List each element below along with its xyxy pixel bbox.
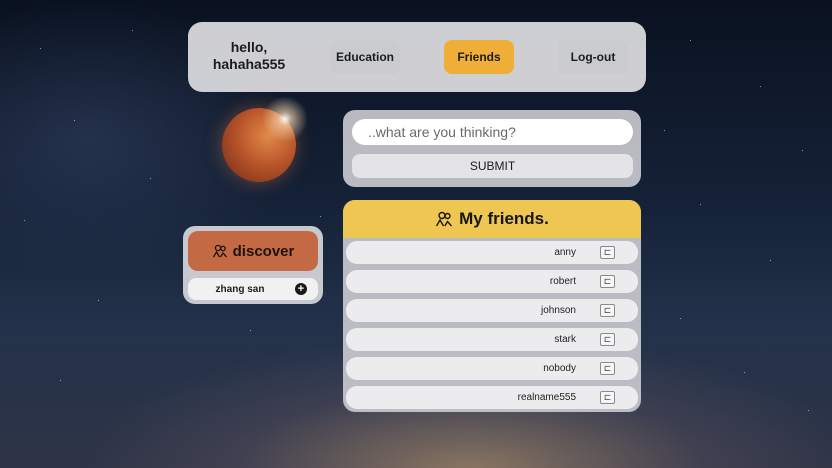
friend-name: robert — [549, 276, 576, 287]
discover-title: discover — [232, 242, 295, 260]
message-icon[interactable]: ⊏ — [600, 362, 615, 375]
friends-panel: My friends. anny ⊏ robert ⊏ johnson ⊏ st… — [343, 200, 641, 412]
users-icon — [212, 244, 228, 258]
users-icon — [435, 211, 453, 227]
greeting: hello, hahaha555 — [194, 39, 304, 73]
friends-button[interactable]: Friends — [444, 40, 514, 74]
friends-title: My friends. — [459, 209, 549, 228]
friend-row: nobody ⊏ — [346, 357, 638, 380]
friend-name: stark — [554, 334, 576, 345]
message-icon[interactable]: ⊏ — [600, 304, 615, 317]
discover-panel: discover zhang san + — [183, 226, 323, 304]
top-nav-bar: hello, hahaha555 Education Friends Log-o… — [188, 22, 646, 92]
friend-row: stark ⊏ — [346, 328, 638, 351]
discover-button[interactable]: discover — [188, 231, 318, 271]
friend-row: robert ⊏ — [346, 270, 638, 293]
education-button[interactable]: Education — [330, 40, 400, 74]
friend-name: realname555 — [517, 392, 576, 403]
plus-circle-icon[interactable]: + — [295, 283, 307, 295]
friend-row: johnson ⊏ — [346, 299, 638, 322]
username: hahaha555 — [212, 56, 286, 72]
discover-user-row: zhang san + — [188, 278, 318, 300]
message-icon[interactable]: ⊏ — [600, 391, 615, 404]
message-icon[interactable]: ⊏ — [600, 246, 615, 259]
message-icon[interactable]: ⊏ — [600, 333, 615, 346]
friend-row: realname555 ⊏ — [346, 386, 638, 409]
message-icon[interactable]: ⊏ — [600, 275, 615, 288]
logout-button[interactable]: Log-out — [558, 40, 628, 74]
thought-input[interactable] — [352, 119, 633, 145]
sun-flare — [258, 92, 312, 146]
friend-row: anny ⊏ — [346, 241, 638, 264]
friends-header: My friends. — [343, 200, 641, 238]
friend-name: nobody — [543, 363, 576, 374]
submit-button[interactable]: SUBMIT — [352, 154, 633, 178]
discover-user-name: zhang san — [215, 283, 265, 295]
friend-name: johnson — [540, 305, 576, 316]
thought-composer: SUBMIT — [343, 110, 641, 187]
greeting-line-1: hello, — [230, 39, 268, 55]
friend-name: anny — [554, 247, 576, 258]
